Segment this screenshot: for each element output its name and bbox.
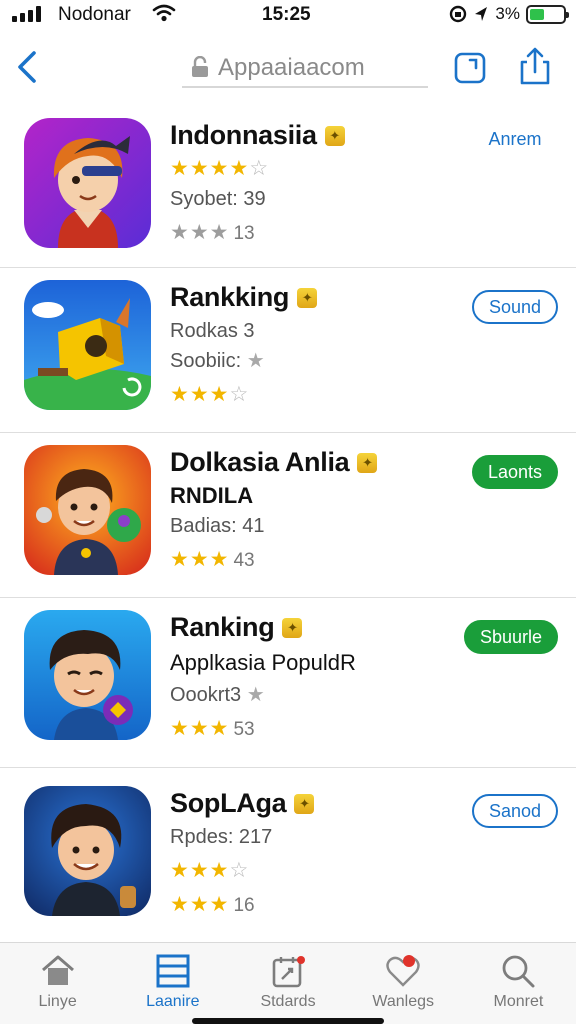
app-icon	[24, 610, 151, 740]
signal-icon	[12, 6, 48, 22]
heart-icon	[386, 955, 420, 987]
rating-stars: ★★★ 13	[170, 221, 255, 244]
rating-stars: ★★★ 53	[170, 717, 255, 740]
tab-label: Linye	[38, 993, 77, 1010]
editor-badge-icon: ✦	[357, 452, 378, 473]
app-subtitle: Rodkas 3	[170, 320, 255, 342]
search-icon	[503, 955, 535, 988]
rating-stars: ★★★★☆	[170, 157, 270, 180]
app-subtitle: Syobet: 39	[170, 188, 266, 210]
home-indicator	[192, 1018, 384, 1024]
rating-count: 53	[233, 719, 255, 740]
app-list-item[interactable]: Indonnasiia ✦ ★★★★☆ Syobet: 39 ★★★ 13 Anr…	[0, 106, 576, 268]
app-icon	[24, 445, 151, 575]
status-time: 15:25	[262, 4, 311, 25]
tabs-icon[interactable]	[452, 46, 490, 86]
location-icon	[475, 7, 488, 21]
app-action-button[interactable]: Sanod	[472, 794, 558, 828]
tab-standards[interactable]: Stdards	[230, 943, 345, 1024]
app-action-button[interactable]: Anrem	[472, 124, 558, 158]
app-title: Rankking ✦	[170, 282, 318, 313]
app-icon	[24, 280, 151, 410]
tab-bar: Linye Laanire Stdards Wanlegs Monret	[0, 942, 576, 1024]
app-icon	[24, 786, 151, 916]
tab-search[interactable]: Monret	[461, 943, 576, 1024]
app-subtitle: Applkasia PopuldR	[170, 650, 356, 675]
calendar-icon	[272, 956, 305, 988]
status-bar: Nodonar 15:25 3%	[0, 0, 576, 30]
battery-percent: 3%	[495, 4, 520, 23]
navigation-bar: Appaaiaacom	[0, 34, 576, 98]
editor-badge-icon: ✦	[297, 287, 318, 308]
app-title: Dolkasia Anlia ✦	[170, 447, 378, 478]
carrier-name: Nodonar	[58, 4, 131, 25]
app-action-button[interactable]: Sbuurle	[463, 620, 558, 654]
app-subtitle: Rpdes: 217	[170, 826, 273, 848]
editor-badge-icon: ✦	[294, 793, 315, 814]
rating-count: 43	[233, 550, 255, 571]
lock-icon	[192, 56, 208, 77]
app-list-item[interactable]: SopLAga ✦ Rpdes: 217 ★★★☆ ★★★ 16 Sanod	[0, 768, 576, 934]
rating-stars: ★★★ 16	[170, 893, 255, 916]
app-category: Soobiic: ★	[170, 350, 265, 372]
app-ranking-list: Indonnasiia ✦ ★★★★☆ Syobet: 39 ★★★ 13 Anr…	[0, 106, 576, 934]
editor-badge-icon: ✦	[324, 125, 345, 146]
app-subtitle: RNDILA	[170, 483, 254, 508]
rating-count: 16	[233, 895, 255, 916]
app-list-item[interactable]: Ranking ✦ Applkasia PopuldR Oookrt3 ★ ★★…	[0, 598, 576, 768]
app-category: Oookrt3 ★	[170, 684, 265, 706]
app-title: Ranking ✦	[170, 612, 303, 643]
app-action-button[interactable]: Laonts	[471, 455, 558, 489]
app-list-item[interactable]: Dolkasia Anlia ✦ RNDILA Badias: 41 ★★★ 43…	[0, 433, 576, 598]
address-bar[interactable]: Appaaiaacom	[182, 48, 428, 88]
address-text: Appaaiaacom	[218, 54, 365, 81]
tab-label: Laanire	[146, 993, 200, 1010]
app-icon	[24, 118, 151, 248]
tab-home[interactable]: Linye	[0, 943, 115, 1024]
app-title: SopLAga ✦	[170, 788, 315, 819]
tab-label: Monret	[493, 993, 544, 1010]
tab-label: Wanlegs	[372, 993, 435, 1010]
app-action-button[interactable]: Sound	[472, 290, 558, 324]
rating-stars: ★★★☆	[170, 859, 250, 882]
home-icon	[41, 955, 74, 985]
lock-rotation-icon	[450, 5, 467, 23]
app-title: Indonnasiia ✦	[170, 120, 345, 151]
back-chevron-icon[interactable]	[14, 50, 40, 84]
wifi-icon	[152, 4, 176, 22]
tab-label: Stdards	[260, 993, 316, 1010]
tab-list[interactable]: Laanire	[115, 943, 230, 1024]
tab-wishlist[interactable]: Wanlegs	[346, 943, 461, 1024]
rating-stars: ★★★☆	[170, 383, 250, 406]
share-icon[interactable]	[516, 46, 554, 86]
list-icon	[156, 954, 190, 988]
battery-icon	[526, 4, 569, 24]
app-list-item[interactable]: Rankking ✦ Rodkas 3 Soobiic: ★ ★★★☆ Soun…	[0, 268, 576, 433]
editor-badge-icon: ✦	[282, 617, 303, 638]
rating-count: 13	[233, 223, 255, 244]
rating-stars: ★★★ 43	[170, 548, 255, 571]
app-category: Badias: 41	[170, 515, 265, 537]
